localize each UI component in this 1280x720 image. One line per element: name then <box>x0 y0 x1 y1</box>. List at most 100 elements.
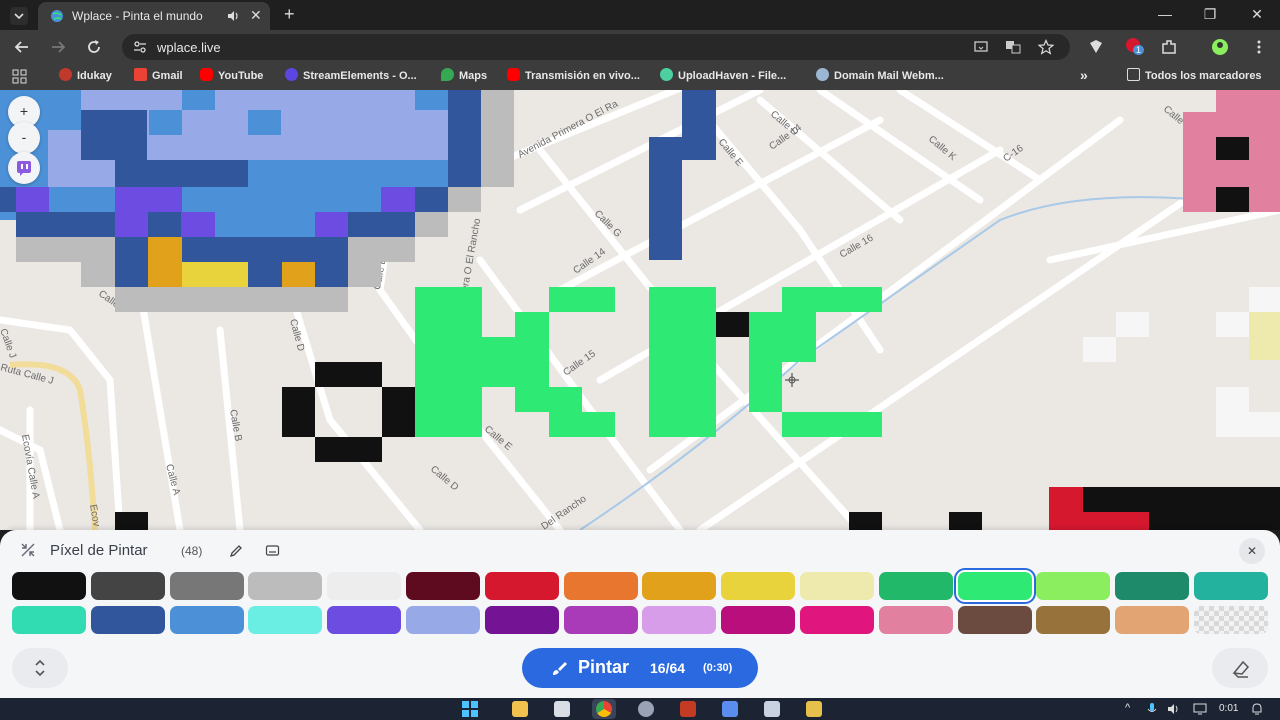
color-swatch[interactable] <box>721 606 796 634</box>
color-swatch[interactable] <box>484 572 559 600</box>
site-settings-icon[interactable] <box>133 40 147 54</box>
street-label: Calle K <box>926 134 958 163</box>
color-swatch[interactable] <box>248 572 323 600</box>
color-swatch[interactable] <box>90 572 165 600</box>
color-swatch[interactable] <box>484 606 559 634</box>
color-swatch[interactable] <box>642 606 717 634</box>
expand-toggle-button[interactable] <box>12 648 68 688</box>
all-bookmarks-folder[interactable]: Todos los marcadores <box>1127 68 1262 84</box>
bookmark-youtube[interactable]: YouTube <box>200 68 263 84</box>
bookmark-star-icon[interactable] <box>1038 39 1054 55</box>
color-swatch[interactable] <box>878 606 953 634</box>
color-swatch[interactable] <box>1115 606 1190 634</box>
translate-icon[interactable] <box>1005 39 1021 55</box>
color-swatch[interactable] <box>1036 606 1111 634</box>
color-swatch[interactable] <box>563 572 638 600</box>
tray-overflow-button[interactable]: ^ <box>1125 702 1130 714</box>
restore-button[interactable]: ❐ <box>1200 6 1220 23</box>
bookmarks-bar: Idukay Gmail YouTube StreamElements - O.… <box>0 63 1280 90</box>
paint-panel: Píxel de Pintar (48) ✕ Pintar 16/64 (0:3… <box>0 530 1280 698</box>
bookmark-maps[interactable]: Maps <box>441 68 487 84</box>
cast-icon[interactable] <box>973 39 989 55</box>
color-swatch[interactable] <box>12 572 86 600</box>
minimize-button[interactable]: — <box>1155 6 1175 22</box>
forward-icon[interactable] <box>49 38 67 56</box>
bookmark-idukay[interactable]: Idukay <box>59 68 112 84</box>
menu-kebab-icon[interactable] <box>1250 38 1268 56</box>
file-explorer-icon[interactable] <box>512 701 528 717</box>
gmail-icon <box>134 68 147 81</box>
color-swatch[interactable] <box>800 572 874 600</box>
back-icon[interactable] <box>13 38 31 56</box>
color-swatch[interactable] <box>327 572 402 600</box>
idukay-icon <box>59 68 72 81</box>
color-swatch[interactable] <box>1036 572 1111 600</box>
keyboard-icon[interactable] <box>265 543 280 558</box>
color-swatch[interactable] <box>248 606 323 634</box>
apps-grid-icon[interactable] <box>12 69 27 84</box>
color-swatch[interactable] <box>957 606 1032 634</box>
color-swatch[interactable] <box>90 606 165 634</box>
twitch-button[interactable] <box>8 152 40 184</box>
app-icon-clock[interactable] <box>638 701 654 717</box>
color-swatch[interactable] <box>800 606 874 634</box>
bookmark-streamelements[interactable]: StreamElements - O... <box>285 68 417 84</box>
color-swatch[interactable] <box>12 606 86 634</box>
bookmark-transmision[interactable]: Transmisión en vivo... <box>507 68 640 84</box>
street-label: Calle 15 <box>561 348 598 378</box>
extension-shield-icon[interactable] <box>1087 38 1105 56</box>
color-swatch[interactable] <box>1115 572 1190 600</box>
tab-close-button[interactable]: ✕ <box>250 7 262 24</box>
close-window-button[interactable]: ✕ <box>1247 6 1267 23</box>
extensions-puzzle-icon[interactable] <box>1160 38 1178 56</box>
color-swatch[interactable] <box>957 572 1032 600</box>
bookmark-uploadhaven[interactable]: UploadHaven - File... <box>660 68 786 84</box>
color-swatch-transparent[interactable] <box>1194 606 1268 634</box>
profile-avatar-icon[interactable] <box>1211 38 1229 56</box>
volume-icon[interactable] <box>1166 702 1180 716</box>
pixel-count: (48) <box>181 544 203 558</box>
pencil-icon[interactable] <box>229 543 244 558</box>
bookmarks-overflow-button[interactable]: » <box>1080 67 1088 83</box>
color-swatch[interactable] <box>563 606 638 634</box>
color-swatch[interactable] <box>406 606 480 634</box>
street-label: Ecov <box>87 504 102 528</box>
reload-icon[interactable] <box>85 38 103 56</box>
display-icon[interactable] <box>1193 702 1207 716</box>
omnibox[interactable]: wplace.live <box>122 34 1070 60</box>
collapse-icon[interactable] <box>20 542 36 558</box>
url-text[interactable]: wplace.live <box>157 40 221 55</box>
notification-bell-icon[interactable] <box>1250 702 1264 716</box>
new-tab-button[interactable]: + <box>284 4 295 25</box>
browser-tab[interactable]: Wplace - Pinta el mundo ✕ <box>38 2 270 30</box>
close-panel-button[interactable]: ✕ <box>1239 538 1265 564</box>
bookmark-domainmail[interactable]: Domain Mail Webm... <box>816 68 944 84</box>
tab-search-icon[interactable] <box>10 7 28 25</box>
twitch-icon <box>17 161 31 176</box>
color-swatch[interactable] <box>878 572 953 600</box>
eraser-button[interactable] <box>1212 648 1268 688</box>
map-canvas[interactable]: Avenida Primera O El Ra Calle D Calle E … <box>0 90 1280 530</box>
color-swatch[interactable] <box>406 572 480 600</box>
microphone-icon[interactable] <box>1146 702 1158 716</box>
calculator-icon[interactable] <box>554 701 570 717</box>
street-label: Calle A <box>163 463 182 497</box>
color-swatch[interactable] <box>169 572 244 600</box>
color-swatch[interactable] <box>721 572 796 600</box>
extension-badge-icon[interactable]: 1 <box>1124 36 1146 58</box>
app-icon-game[interactable] <box>680 701 696 717</box>
color-swatch[interactable] <box>169 606 244 634</box>
paint-button[interactable]: Pintar 16/64 (0:30) <box>522 648 758 688</box>
app-icon-notes[interactable] <box>806 701 822 717</box>
address-bar: wplace.live 1 <box>0 30 1280 63</box>
zoom-out-button[interactable]: - <box>8 122 40 154</box>
app-icon-store[interactable] <box>722 701 738 717</box>
color-swatch[interactable] <box>1194 572 1268 600</box>
color-swatch[interactable] <box>327 606 402 634</box>
speaker-icon[interactable] <box>226 9 240 23</box>
app-icon-window[interactable] <box>764 701 780 717</box>
bookmark-gmail[interactable]: Gmail <box>134 68 183 84</box>
windows-start-icon[interactable] <box>460 700 480 718</box>
chrome-icon[interactable] <box>592 699 616 719</box>
color-swatch[interactable] <box>642 572 717 600</box>
